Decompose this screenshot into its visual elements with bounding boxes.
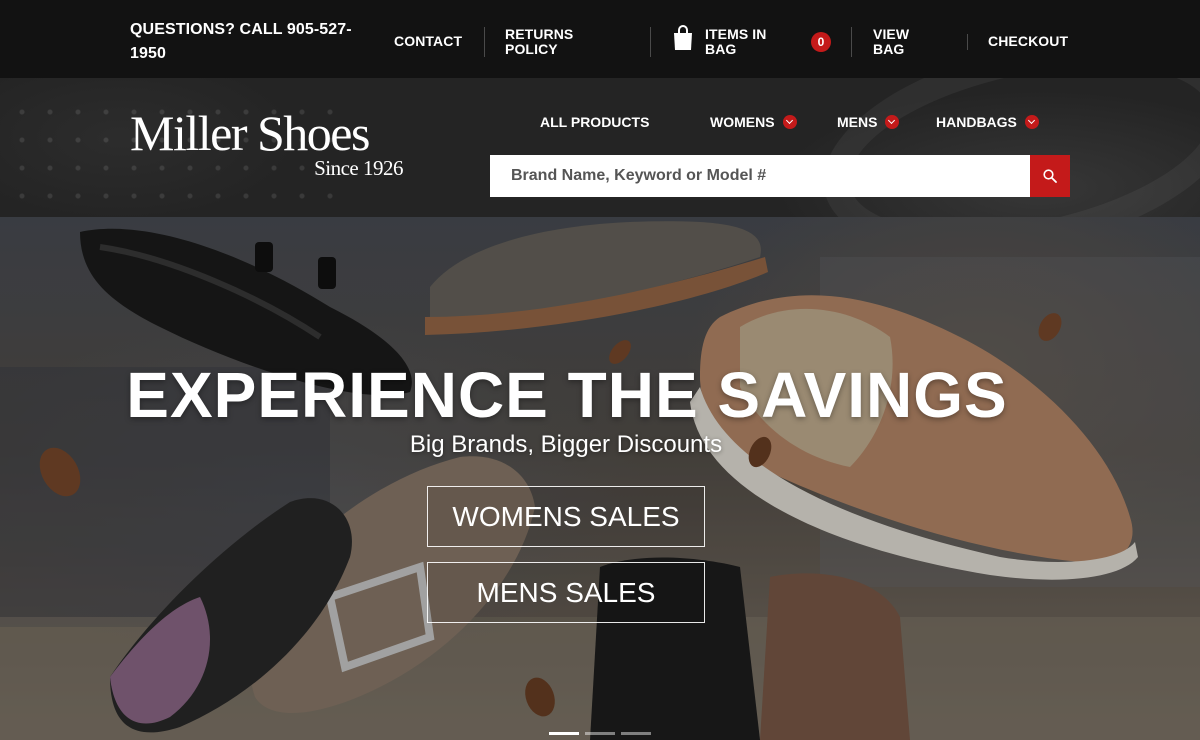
phone-contact-text: QUESTIONS? CALL 905-527-1950 bbox=[130, 21, 352, 62]
checkout-link[interactable]: CHECKOUT bbox=[988, 34, 1068, 49]
logo-name: Miller Shoes bbox=[130, 105, 370, 161]
items-in-bag-link[interactable]: ITEMS IN BAG bbox=[705, 27, 795, 57]
site-logo[interactable]: Miller Shoes Since 1926 bbox=[130, 106, 405, 181]
divider bbox=[650, 27, 651, 57]
mens-sales-button[interactable]: MENS SALES bbox=[427, 562, 705, 623]
chevron-down-icon bbox=[1024, 115, 1039, 129]
top-utility-bar: QUESTIONS? CALL 905-527-1950 CONTACT RET… bbox=[0, 0, 1200, 78]
returns-policy-link[interactable]: RETURNS POLICY bbox=[505, 27, 615, 57]
view-bag-link[interactable]: VIEW BAG bbox=[873, 27, 933, 57]
search-icon bbox=[1043, 169, 1057, 183]
shopping-bag-icon[interactable] bbox=[672, 25, 694, 51]
nav-handbags[interactable]: HANDBAGS bbox=[936, 114, 1039, 130]
search-input[interactable] bbox=[490, 155, 1030, 197]
search-button[interactable] bbox=[1030, 155, 1070, 197]
chevron-down-icon bbox=[782, 115, 797, 129]
hero-overlay bbox=[0, 217, 1200, 740]
chevron-down-icon bbox=[885, 115, 900, 129]
nav-womens-label: WOMENS bbox=[710, 114, 775, 130]
divider bbox=[967, 34, 968, 50]
bag-count-badge: 0 bbox=[811, 32, 831, 52]
slider-dot[interactable] bbox=[585, 732, 615, 735]
slider-pagination bbox=[549, 732, 659, 736]
nav-all-products-label: ALL PRODUCTS bbox=[540, 114, 650, 130]
nav-mens-label: MENS bbox=[837, 114, 878, 130]
slider-dot[interactable] bbox=[621, 732, 651, 735]
nav-all-products[interactable]: ALL PRODUCTS bbox=[540, 114, 649, 130]
divider bbox=[484, 27, 485, 57]
site-header: Miller Shoes Since 1926 ALL PRODUCTS WOM… bbox=[0, 78, 1200, 217]
hero-banner: EXPERIENCE THE SAVINGS Big Brands, Bigge… bbox=[0, 217, 1200, 740]
logo-tagline: Since 1926 bbox=[314, 156, 403, 180]
nav-womens[interactable]: WOMENS bbox=[710, 114, 797, 130]
search-bar bbox=[490, 155, 1070, 197]
nav-handbags-label: HANDBAGS bbox=[936, 114, 1017, 130]
hero-subheadline: Big Brands, Bigger Discounts bbox=[409, 431, 723, 458]
hero-headline: EXPERIENCE THE SAVINGS bbox=[126, 359, 1008, 431]
nav-mens[interactable]: MENS bbox=[837, 114, 900, 130]
slider-dot[interactable] bbox=[549, 732, 579, 735]
divider bbox=[851, 27, 852, 57]
contact-link[interactable]: CONTACT bbox=[394, 34, 462, 49]
womens-sales-button[interactable]: WOMENS SALES bbox=[427, 486, 705, 547]
